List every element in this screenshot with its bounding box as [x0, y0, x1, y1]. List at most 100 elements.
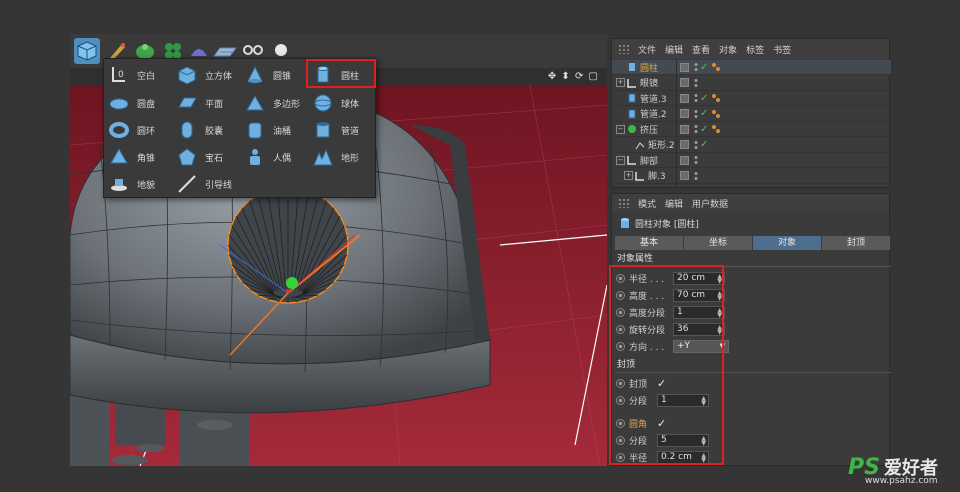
- enabled-check-icon[interactable]: ✓: [700, 93, 708, 104]
- menu-edit[interactable]: 编辑: [665, 197, 683, 210]
- object-manager: 文件 编辑 查看 对象 标签 书签 圆柱 ✓ + 眼镜 管道.3 ✓ 管道.2 ✓ − 挤压 ✓ 矩形…: [611, 38, 891, 189]
- parameters-highlight-box: [609, 265, 724, 465]
- layer-flag[interactable]: [680, 78, 689, 87]
- object-row[interactable]: 矩形.2 ✓: [612, 138, 891, 153]
- object-name: 管道.2: [640, 110, 667, 120]
- menu-file[interactable]: 文件: [638, 43, 656, 56]
- object-row[interactable]: 管道.3 ✓: [612, 91, 891, 106]
- object-manager-menubar: 文件 编辑 查看 对象 标签 书签: [612, 39, 889, 59]
- menu-bookmarks[interactable]: 书签: [773, 43, 791, 56]
- menu-item-plane[interactable]: 平面: [174, 89, 223, 117]
- column-separator: [676, 59, 677, 189]
- object-row[interactable]: 管道.2 ✓: [612, 107, 891, 122]
- menu-mode[interactable]: 模式: [638, 197, 656, 210]
- visibility-dots[interactable]: [694, 139, 698, 150]
- layer-flag[interactable]: [680, 93, 689, 103]
- cylinder-icon: [627, 62, 637, 72]
- cube-icon[interactable]: [74, 38, 100, 64]
- menu-item-pyramid[interactable]: 角锥: [106, 143, 155, 171]
- layer-flag[interactable]: [680, 62, 689, 72]
- menu-user-data[interactable]: 用户数据: [692, 197, 728, 210]
- plane-icon: [174, 90, 200, 116]
- grip-icon[interactable]: [618, 198, 630, 208]
- object-title: 圆柱对象 [圆柱]: [612, 214, 699, 232]
- menu-item-guide[interactable]: 引导线: [174, 170, 232, 198]
- sphere-icon: [310, 90, 336, 116]
- phong-tag-icon[interactable]: [711, 62, 721, 72]
- visibility-dots[interactable]: [694, 155, 698, 165]
- expand-toggle[interactable]: −: [616, 155, 625, 165]
- landscape-icon: [310, 144, 336, 170]
- null-icon: [627, 155, 637, 165]
- object-row[interactable]: − 挤压 ✓: [612, 122, 891, 137]
- visibility-dots[interactable]: [694, 108, 698, 119]
- expand-toggle[interactable]: −: [616, 124, 625, 134]
- visibility-dots[interactable]: [694, 170, 698, 181]
- layer-flag[interactable]: [680, 171, 689, 180]
- attribute-tabs: 基本 坐标 对象 封顶: [615, 236, 891, 250]
- menu-item-cube[interactable]: 立方体: [174, 61, 232, 89]
- phong-tag-icon[interactable]: [711, 108, 721, 119]
- pyramid-icon: [106, 144, 132, 170]
- menu-item-tube[interactable]: 管道: [310, 116, 359, 144]
- relief-icon: [106, 171, 132, 197]
- menu-item-torus[interactable]: 圆环: [106, 116, 155, 144]
- menu-view[interactable]: 查看: [692, 43, 710, 56]
- enabled-check-icon[interactable]: ✓: [700, 139, 708, 150]
- expand-toggle[interactable]: +: [616, 78, 625, 87]
- tube-icon: [627, 109, 637, 119]
- object-row[interactable]: + 眼镜: [612, 76, 891, 91]
- tab-coord[interactable]: 坐标: [684, 236, 752, 250]
- guide-icon: [174, 171, 200, 197]
- menu-item-capsule[interactable]: 胶囊: [174, 116, 223, 144]
- null-icon: [635, 171, 645, 181]
- tube-icon: [310, 117, 336, 143]
- enabled-check-icon[interactable]: ✓: [700, 124, 708, 135]
- menu-item-polygon[interactable]: 多边形: [242, 89, 300, 117]
- view-navigation-icons[interactable]: ✥ ⬍ ⟳ ▢: [548, 71, 599, 82]
- null-icon: 0: [106, 62, 132, 88]
- menu-item-disc[interactable]: 圆盘: [106, 89, 155, 117]
- attribute-manager-menubar: 模式 编辑 用户数据: [612, 194, 889, 212]
- object-row[interactable]: 圆柱 ✓: [612, 60, 891, 75]
- watermark-url: www.psahz.com: [865, 476, 938, 486]
- tab-caps[interactable]: 封顶: [822, 236, 890, 250]
- layer-flag[interactable]: [680, 124, 689, 134]
- menu-edit[interactable]: 编辑: [665, 43, 683, 56]
- expand-toggle[interactable]: +: [624, 171, 633, 180]
- object-name: 眼镜: [640, 79, 659, 89]
- phong-tag-icon[interactable]: [711, 93, 721, 103]
- phong-tag-icon[interactable]: [711, 124, 721, 134]
- visibility-dots[interactable]: [694, 62, 698, 72]
- menu-object[interactable]: 对象: [719, 43, 737, 56]
- menu-tags[interactable]: 标签: [746, 43, 764, 56]
- tab-basic[interactable]: 基本: [615, 236, 683, 250]
- menu-item-landscape[interactable]: 地形: [310, 143, 359, 171]
- visibility-dots[interactable]: [694, 124, 698, 134]
- menu-item-oiltank[interactable]: 油桶: [242, 116, 291, 144]
- layer-flag[interactable]: [680, 155, 689, 165]
- menu-item-figure[interactable]: 人偶: [242, 143, 291, 171]
- enabled-check-icon[interactable]: ✓: [700, 108, 708, 119]
- tab-object[interactable]: 对象: [753, 236, 821, 250]
- tube-icon: [627, 93, 637, 103]
- layer-flag[interactable]: [680, 140, 689, 149]
- spline-icon: [635, 140, 645, 150]
- menu-item-relief[interactable]: 地貌: [106, 170, 155, 198]
- enabled-check-icon[interactable]: ✓: [700, 62, 708, 73]
- object-row[interactable]: + 脚.3: [612, 169, 891, 184]
- menu-item-sphere[interactable]: 球体: [310, 89, 359, 117]
- menu-item-platonic[interactable]: 宝石: [174, 143, 223, 171]
- menu-item-null[interactable]: 0 空白: [106, 61, 155, 89]
- extrude-icon: [627, 124, 637, 134]
- object-name: 圆柱: [640, 63, 659, 74]
- menu-item-cone[interactable]: 圆锥: [242, 61, 291, 89]
- object-row[interactable]: − 脚部: [612, 153, 891, 168]
- visibility-dots[interactable]: [694, 77, 698, 88]
- cone-icon: [242, 62, 268, 88]
- cylinder-highlight-box: [306, 59, 376, 88]
- layer-flag[interactable]: [680, 109, 689, 118]
- visibility-dots[interactable]: [694, 93, 698, 103]
- figure-icon: [242, 144, 268, 170]
- grip-icon[interactable]: [618, 44, 630, 54]
